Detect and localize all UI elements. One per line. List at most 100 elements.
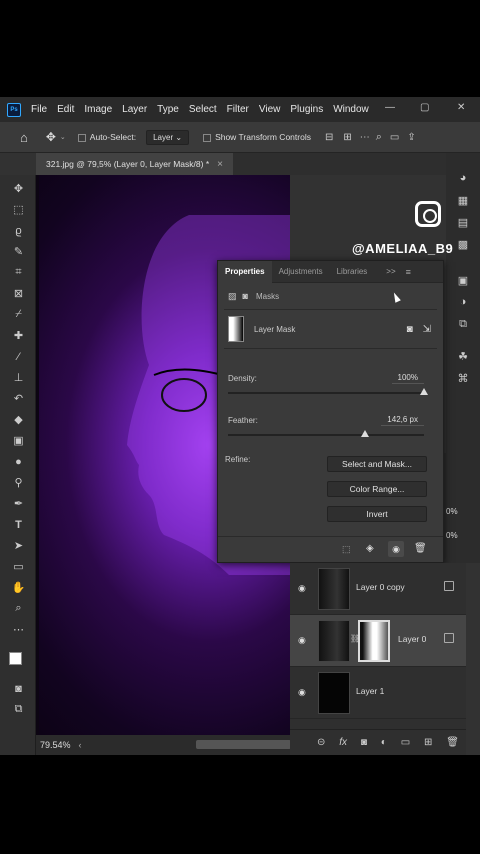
marquee-tool-icon[interactable]: ⬚: [11, 202, 26, 217]
add-mask-icon[interactable]: ◙: [361, 737, 367, 748]
close-window-button[interactable]: ✕: [457, 102, 465, 113]
close-tab-icon[interactable]: ×: [217, 159, 223, 170]
properties-panel-icon[interactable]: ▣: [455, 273, 471, 287]
menu-window[interactable]: Window: [333, 104, 369, 115]
more-tools-icon[interactable]: ⋯: [11, 622, 26, 637]
home-icon[interactable]: ⌂: [20, 130, 28, 145]
blur-tool-icon[interactable]: ●: [11, 454, 26, 469]
panel-menu-icon[interactable]: ≡: [406, 267, 411, 277]
layer-name[interactable]: Layer 1: [356, 686, 384, 696]
feather-slider[interactable]: Feather: 142,6 px: [228, 415, 424, 437]
align-center-icon[interactable]: ⊞: [343, 132, 351, 143]
history-brush-icon[interactable]: ↶: [11, 391, 26, 406]
feather-track[interactable]: [228, 434, 424, 436]
density-value[interactable]: 100%: [391, 373, 424, 384]
fx-icon[interactable]: fx: [339, 737, 347, 748]
hand-tool-icon[interactable]: ✋: [11, 580, 26, 595]
load-selection-icon[interactable]: ⬚: [342, 544, 351, 555]
layer-row-selected[interactable]: ◉ ⛓ Layer 0: [290, 615, 466, 667]
delete-mask-icon[interactable]: 🗑: [414, 543, 427, 554]
chevron-down-icon[interactable]: ⌄: [60, 133, 66, 141]
search-icon[interactable]: ⌕: [376, 131, 382, 144]
select-mask-icon[interactable]: ◙: [407, 324, 413, 335]
screen-mode-icon[interactable]: ⧉: [11, 702, 26, 717]
patterns-icon[interactable]: ▩: [455, 237, 471, 251]
gradients-icon[interactable]: ▤: [455, 215, 471, 229]
menu-image[interactable]: Image: [84, 104, 112, 115]
fill-value[interactable]: 0%: [446, 531, 458, 540]
pen-tool-icon[interactable]: ✒: [11, 496, 26, 511]
color-range-button[interactable]: Color Range...: [327, 481, 427, 497]
channels-icon[interactable]: ☘: [455, 349, 471, 363]
density-slider[interactable]: Density: 100%: [228, 373, 428, 395]
density-thumb[interactable]: [420, 388, 428, 395]
paths-icon[interactable]: ⌘: [455, 371, 471, 385]
color-palette-icon[interactable]: ◕: [455, 171, 471, 185]
visibility-toggle-icon[interactable]: ◉: [388, 541, 404, 557]
density-track[interactable]: [228, 392, 424, 394]
path-select-icon[interactable]: ➤: [11, 538, 26, 553]
document-tab[interactable]: 321.jpg @ 79,5% (Layer 0, Layer Mask/8) …: [36, 153, 233, 175]
menu-view[interactable]: View: [259, 104, 281, 115]
rectangle-tool-icon[interactable]: ▭: [11, 559, 26, 574]
mask-thumbnail[interactable]: [228, 316, 244, 342]
feather-value[interactable]: 142,6 px: [381, 415, 424, 426]
layer-name[interactable]: Layer 0 copy: [356, 582, 405, 592]
stamp-tool-icon[interactable]: ⊥: [11, 370, 26, 385]
brush-tool-icon[interactable]: ⁄: [11, 349, 26, 364]
menu-type[interactable]: Type: [157, 104, 179, 115]
horizontal-scrollbar[interactable]: [196, 740, 291, 749]
show-transform-checkbox[interactable]: Show Transform Controls: [203, 132, 311, 142]
move-tool-icon[interactable]: ✥: [11, 181, 26, 196]
quick-select-tool-icon[interactable]: ✎: [11, 244, 26, 259]
healing-brush-icon[interactable]: ✚: [11, 328, 26, 343]
eyedropper-tool-icon[interactable]: ⌿: [11, 307, 26, 322]
lasso-tool-icon[interactable]: ϱ: [11, 223, 26, 238]
menu-edit[interactable]: Edit: [57, 104, 74, 115]
auto-select-dropdown[interactable]: Layer ⌄: [146, 129, 190, 145]
menu-plugins[interactable]: Plugins: [290, 104, 323, 115]
zoom-level[interactable]: 79.54%: [40, 740, 71, 750]
layer-row[interactable]: ◉ Layer 1: [290, 667, 466, 719]
invert-button[interactable]: Invert: [327, 506, 427, 522]
dodge-tool-icon[interactable]: ⚲: [11, 475, 26, 490]
foreground-color-swatch[interactable]: [9, 652, 22, 665]
libraries-icon[interactable]: ⧉: [455, 317, 471, 331]
adjustments-icon[interactable]: ◑: [455, 295, 471, 309]
feather-thumb[interactable]: [361, 430, 370, 437]
vector-mask-icon[interactable]: ◙: [243, 291, 248, 301]
new-group-icon[interactable]: ▭: [401, 737, 410, 748]
quick-mask-icon[interactable]: ◙: [11, 681, 26, 696]
menu-select[interactable]: Select: [189, 104, 217, 115]
tab-properties[interactable]: Properties: [218, 260, 272, 283]
apply-mask-icon[interactable]: ⇲: [423, 324, 431, 335]
align-icon[interactable]: ⊟: [325, 132, 333, 143]
type-tool-icon[interactable]: T: [11, 517, 26, 532]
opacity-value[interactable]: 0%: [446, 507, 458, 516]
pixel-mask-icon[interactable]: ▨: [228, 291, 237, 302]
auto-select-checkbox[interactable]: Auto-Select:: [77, 132, 136, 142]
workspace-icon[interactable]: ▭: [390, 132, 399, 143]
eye-icon[interactable]: ◉: [298, 583, 310, 593]
eye-icon[interactable]: ◉: [298, 687, 310, 697]
adjustment-layer-icon[interactable]: ◐: [381, 737, 387, 748]
link-layers-icon[interactable]: ⊝: [317, 737, 325, 748]
menu-file[interactable]: File: [31, 104, 47, 115]
new-layer-icon[interactable]: ⊞: [424, 737, 432, 748]
frame-tool-icon[interactable]: ⊠: [11, 286, 26, 301]
menu-filter[interactable]: Filter: [227, 104, 249, 115]
eraser-tool-icon[interactable]: ◆: [11, 412, 26, 427]
maximize-button[interactable]: ▢: [420, 102, 429, 113]
select-and-mask-button[interactable]: Select and Mask...: [327, 456, 427, 472]
eye-icon[interactable]: ◉: [298, 635, 310, 645]
crop-tool-icon[interactable]: ⌗: [11, 265, 26, 280]
menu-layer[interactable]: Layer: [122, 104, 147, 115]
tab-libraries[interactable]: Libraries: [330, 261, 375, 283]
apply-mask-footer-icon[interactable]: ◈: [366, 543, 374, 554]
gradient-tool-icon[interactable]: ▣: [11, 433, 26, 448]
layer-row[interactable]: ◉ Layer 0 copy: [290, 563, 466, 615]
zoom-tool-icon[interactable]: ⌕: [11, 601, 26, 616]
share-icon[interactable]: ⇪: [407, 132, 415, 143]
layer-mask-thumbnail[interactable]: [358, 620, 390, 662]
chevron-left-icon[interactable]: ‹: [79, 740, 82, 750]
